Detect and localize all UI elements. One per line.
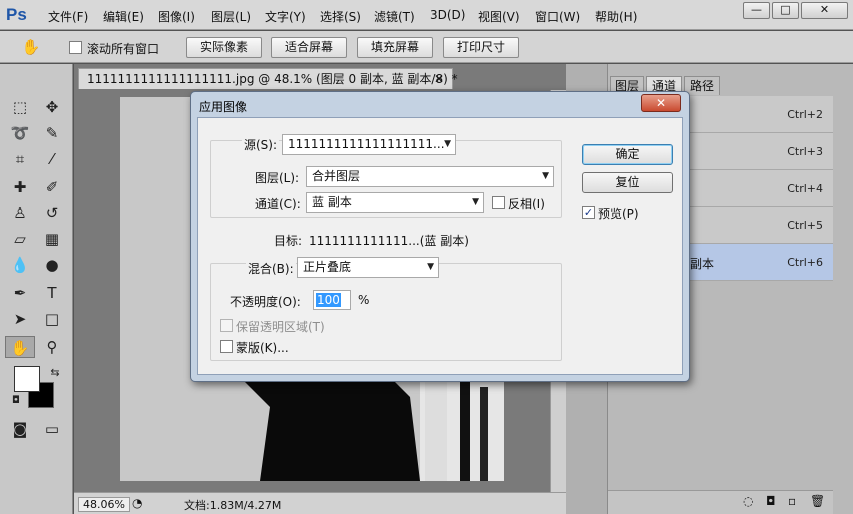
status-icon[interactable]: ◔ bbox=[132, 496, 142, 510]
default-colors-icon[interactable]: ◘ bbox=[4, 390, 28, 412]
marquee-icon[interactable]: ⬚ bbox=[8, 96, 32, 118]
eyedropper-icon[interactable]: ⁄ bbox=[40, 148, 64, 170]
close-button[interactable]: ✕ bbox=[801, 2, 848, 19]
panel-bottom-bar: ◌ ◘ ▫ 🗑 bbox=[608, 490, 833, 514]
menu-filter[interactable]: 滤镜(T) bbox=[374, 8, 415, 25]
foreground-color-swatch[interactable] bbox=[14, 366, 40, 392]
preserve-transparency-label: 保留透明区域(T) bbox=[236, 320, 325, 334]
chevron-down-icon: ▼ bbox=[542, 171, 549, 181]
move-icon[interactable]: ✥ bbox=[40, 96, 64, 118]
dodge-icon[interactable]: ● bbox=[40, 254, 64, 276]
chevron-down-icon: ▼ bbox=[444, 139, 451, 149]
hand-tool-icon[interactable]: ✋ bbox=[5, 336, 35, 358]
preserve-transparency-checkbox[interactable] bbox=[220, 319, 233, 332]
reset-button[interactable]: 复位 bbox=[582, 172, 673, 193]
dialog-close-button[interactable]: ✕ bbox=[641, 94, 681, 112]
type-icon[interactable]: T bbox=[40, 282, 64, 304]
quick-mask-icon[interactable]: ◙ bbox=[8, 418, 32, 440]
menu-3d[interactable]: 3D(D) bbox=[430, 8, 465, 22]
menu-window[interactable]: 窗口(W) bbox=[535, 8, 580, 25]
channel-shortcut: Ctrl+5 bbox=[787, 219, 823, 232]
screen-mode-icon[interactable]: ▭ bbox=[40, 418, 64, 440]
zoom-icon[interactable]: ⚲ bbox=[40, 336, 64, 358]
channel-label: 通道(C): bbox=[255, 197, 301, 211]
document-info: 文档:1.83M/4.27M bbox=[184, 499, 282, 512]
blending-select[interactable]: 正片叠底 ▼ bbox=[297, 257, 439, 278]
blending-label: 混合(B): bbox=[246, 260, 296, 277]
maximize-button[interactable]: □ bbox=[772, 2, 799, 19]
menu-bar: Ps 文件(F) 编辑(E) 图像(I) 图层(L) 文字(Y) 选择(S) 滤… bbox=[0, 0, 853, 30]
gradient-icon[interactable]: ▦ bbox=[40, 228, 64, 250]
actual-pixels-button[interactable]: 实际像素 bbox=[186, 37, 262, 58]
options-bar: ✋ 滚动所有窗口 实际像素 适合屏幕 填充屏幕 打印尺寸 bbox=[0, 31, 853, 63]
brush-icon[interactable]: ✐ bbox=[40, 176, 64, 198]
swap-colors-icon[interactable]: ⇆ bbox=[43, 362, 67, 384]
scroll-all-label: 滚动所有窗口 bbox=[87, 42, 160, 56]
opacity-unit: % bbox=[358, 293, 370, 307]
preview-label: 预览(P) bbox=[598, 207, 639, 221]
menu-layer[interactable]: 图层(L) bbox=[211, 8, 251, 25]
source-select[interactable]: 1111111111111111111... ▼ bbox=[282, 134, 456, 155]
shape-icon[interactable]: □ bbox=[40, 308, 64, 330]
tab-paths[interactable]: 路径 bbox=[684, 76, 720, 95]
mask-label: 蒙版(K)... bbox=[236, 341, 289, 355]
mask-checkbox[interactable] bbox=[220, 340, 233, 353]
blur-icon[interactable]: 💧 bbox=[8, 254, 32, 276]
channel-shortcut: Ctrl+6 bbox=[787, 256, 823, 269]
channel-shortcut: Ctrl+4 bbox=[787, 182, 823, 195]
invert-label: 反相(I) bbox=[508, 197, 545, 211]
menu-view[interactable]: 视图(V) bbox=[478, 8, 520, 25]
crop-icon[interactable]: ⌗ bbox=[8, 148, 32, 170]
layer-label: 图层(L): bbox=[255, 171, 300, 185]
channel-shortcut: Ctrl+2 bbox=[787, 108, 823, 121]
invert-checkbox[interactable] bbox=[492, 196, 505, 209]
opacity-input[interactable]: 100 bbox=[313, 290, 351, 310]
clone-stamp-icon[interactable]: ♙ bbox=[8, 202, 32, 224]
pen-icon[interactable]: ✒ bbox=[8, 282, 32, 304]
scroll-all-checkbox[interactable] bbox=[69, 41, 82, 54]
status-bar: 48.06% ◔ 文档:1.83M/4.27M bbox=[74, 492, 566, 514]
load-selection-icon[interactable]: ◌ bbox=[743, 494, 753, 508]
opacity-label: 不透明度(O): bbox=[230, 295, 301, 309]
tools-panel: ⬚ ✥ ➰ ✎ ⌗ ⁄ ✚ ✐ ♙ ↺ ▱ ▦ 💧 ● ✒ T ➤ □ ✋ ⚲ … bbox=[0, 64, 73, 514]
ok-button[interactable]: 确定 bbox=[582, 144, 673, 165]
channel-select[interactable]: 蓝 副本 ▼ bbox=[306, 192, 484, 213]
delete-channel-icon[interactable]: 🗑 bbox=[810, 494, 825, 508]
apply-image-dialog: 应用图像 ✕ 源(S): 1111111111111111111... ▼ 图层(… bbox=[190, 91, 690, 382]
document-tab-title: 1111111111111111111.jpg @ 48.1% (图层 0 副本… bbox=[87, 72, 458, 86]
menu-edit[interactable]: 编辑(E) bbox=[103, 8, 144, 25]
target-value: 1111111111111...(蓝 副本) bbox=[309, 234, 469, 248]
dialog-body: 源(S): 1111111111111111111... ▼ 图层(L): 合并图… bbox=[197, 117, 683, 375]
lasso-icon[interactable]: ➰ bbox=[8, 122, 32, 144]
target-label: 目标: bbox=[274, 234, 303, 248]
chevron-down-icon: ▼ bbox=[472, 197, 479, 207]
new-channel-icon[interactable]: ▫ bbox=[788, 494, 796, 508]
chevron-down-icon: ▼ bbox=[427, 262, 434, 272]
menu-help[interactable]: 帮助(H) bbox=[595, 8, 637, 25]
healing-brush-icon[interactable]: ✚ bbox=[8, 176, 32, 198]
print-size-button[interactable]: 打印尺寸 bbox=[443, 37, 519, 58]
document-tab-close-icon[interactable]: ✕ bbox=[434, 69, 444, 89]
menu-select[interactable]: 选择(S) bbox=[320, 8, 361, 25]
fit-screen-button[interactable]: 适合屏幕 bbox=[271, 37, 347, 58]
preview-checkbox[interactable]: ✓ bbox=[582, 206, 595, 219]
menu-type[interactable]: 文字(Y) bbox=[265, 8, 306, 25]
zoom-level[interactable]: 48.06% bbox=[78, 497, 130, 512]
path-select-icon[interactable]: ➤ bbox=[8, 308, 32, 330]
document-tab[interactable]: 1111111111111111111.jpg @ 48.1% (图层 0 副本… bbox=[78, 68, 458, 89]
fill-screen-button[interactable]: 填充屏幕 bbox=[357, 37, 433, 58]
history-brush-icon[interactable]: ↺ bbox=[40, 202, 64, 224]
minimize-button[interactable]: — bbox=[743, 2, 770, 19]
eraser-icon[interactable]: ▱ bbox=[8, 228, 32, 250]
source-label: 源(S): bbox=[242, 136, 280, 153]
photoshop-logo: Ps bbox=[6, 5, 27, 24]
hand-icon[interactable]: ✋ bbox=[16, 37, 46, 57]
save-selection-icon[interactable]: ◘ bbox=[766, 494, 776, 508]
menu-file[interactable]: 文件(F) bbox=[48, 8, 88, 25]
quick-select-icon[interactable]: ✎ bbox=[40, 122, 64, 144]
dialog-title: 应用图像 bbox=[199, 100, 248, 114]
channel-shortcut: Ctrl+3 bbox=[787, 145, 823, 158]
layer-select[interactable]: 合并图层 ▼ bbox=[306, 166, 554, 187]
menu-image[interactable]: 图像(I) bbox=[158, 8, 195, 25]
